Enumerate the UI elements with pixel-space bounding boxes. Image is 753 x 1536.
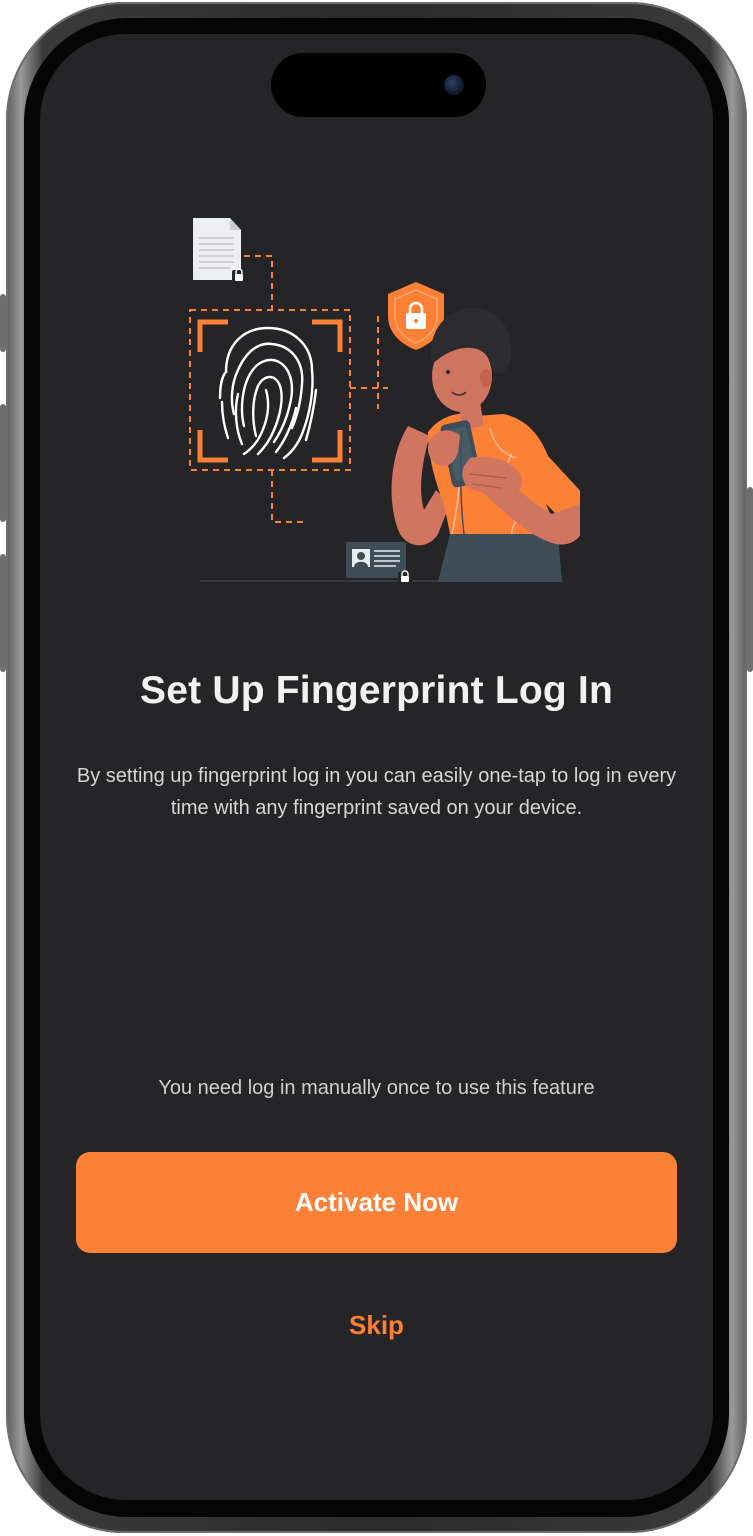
camera-icon — [444, 75, 464, 95]
document-icon — [193, 218, 246, 284]
person-holding-phone — [391, 308, 580, 582]
id-card-icon — [346, 542, 412, 584]
manual-login-note: You need log in manually once to use thi… — [158, 1077, 595, 1099]
page-title: Set Up Fingerprint Log In — [140, 669, 613, 712]
action-button — [0, 294, 6, 352]
activate-now-button[interactable]: Activate Now — [76, 1152, 677, 1253]
description-text: By setting up fingerprint log in you can… — [76, 765, 677, 819]
fingerprint-icon — [218, 326, 318, 460]
skip-link[interactable]: Skip — [40, 1310, 713, 1341]
fingerprint-illustration — [189, 218, 580, 584]
dynamic-island — [271, 53, 486, 117]
volume-down-button — [0, 554, 6, 672]
power-button — [747, 487, 753, 672]
app-screen: Set Up Fingerprint Log In By setting up … — [40, 34, 713, 1500]
volume-up-button — [0, 404, 6, 522]
